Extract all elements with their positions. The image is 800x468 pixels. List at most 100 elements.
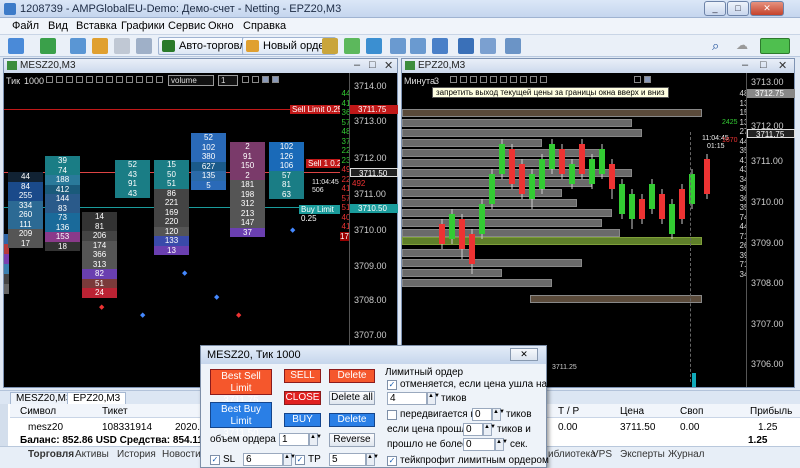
- mode-box-4[interactable]: [480, 76, 487, 83]
- cancel-ticks-spinner[interactable]: ▲▼: [427, 392, 440, 405]
- mode-box-5[interactable]: [86, 76, 93, 83]
- col-profit[interactable]: Прибыль: [750, 406, 792, 417]
- passed-input[interactable]: 0: [463, 438, 495, 451]
- mode-box-3[interactable]: [66, 76, 73, 83]
- chart-shift-icon[interactable]: [480, 38, 496, 54]
- volume-input[interactable]: 1: [279, 433, 309, 446]
- mode-box-10[interactable]: [136, 76, 143, 83]
- new-chart-icon[interactable]: [8, 38, 24, 54]
- mode-box-11[interactable]: [634, 76, 641, 83]
- sl-checkbox[interactable]: ✓: [210, 455, 220, 465]
- moves-spinner[interactable]: ▲▼: [492, 408, 505, 421]
- menu-tools[interactable]: Сервис: [168, 20, 206, 32]
- mode-box-5[interactable]: [490, 76, 497, 83]
- col-price[interactable]: Цена: [620, 406, 644, 417]
- col-ticket[interactable]: Тикет: [102, 406, 128, 417]
- mode-box-8[interactable]: [116, 76, 123, 83]
- menu-charts[interactable]: Графики: [121, 20, 165, 32]
- mode-box-12[interactable]: [644, 76, 651, 83]
- sl-spinner[interactable]: ▲▼: [283, 453, 296, 466]
- search-icon[interactable]: ⌕: [712, 38, 728, 54]
- col-tp[interactable]: Т / Р: [558, 406, 579, 417]
- move-checkbox[interactable]: [387, 410, 397, 420]
- mode-box-1[interactable]: [450, 76, 457, 83]
- best-buy-limit-button[interactable]: Best Buy Limit 3711.50: [210, 402, 272, 439]
- sl-input[interactable]: 6: [243, 453, 283, 466]
- col-swap[interactable]: Своп: [680, 406, 703, 417]
- tab-news[interactable]: Новости: [162, 449, 201, 460]
- mode-box-2[interactable]: [460, 76, 467, 83]
- zoom-in-icon[interactable]: [390, 38, 406, 54]
- menu-view[interactable]: Вид: [48, 20, 68, 32]
- right-chart-maximize[interactable]: □: [760, 59, 767, 71]
- mode-box-14[interactable]: [252, 76, 259, 83]
- market-watch-icon[interactable]: [70, 38, 86, 54]
- tab-history[interactable]: История: [117, 449, 156, 460]
- close-position-button[interactable]: CLOSE: [284, 391, 321, 405]
- autoscroll-icon[interactable]: [458, 38, 474, 54]
- volume-select[interactable]: volume: [168, 75, 214, 86]
- delete-sell-button[interactable]: Delete: [329, 369, 375, 383]
- menu-file[interactable]: Файл: [12, 20, 39, 32]
- left-chart-close[interactable]: ✕: [384, 59, 393, 72]
- left-chart-maximize[interactable]: □: [369, 59, 376, 71]
- menu-help[interactable]: Справка: [243, 20, 286, 32]
- mode-box-11[interactable]: [146, 76, 153, 83]
- close-button[interactable]: ✕: [750, 1, 784, 16]
- tab-assets[interactable]: Активы: [75, 449, 109, 460]
- volume-spinner[interactable]: ▲▼: [309, 433, 322, 446]
- tp-limit-checkbox[interactable]: ✓: [387, 456, 397, 466]
- data-window-icon[interactable]: [92, 38, 108, 54]
- minimize-button[interactable]: _: [704, 1, 726, 16]
- tile-windows-icon[interactable]: [432, 38, 448, 54]
- signals-icon[interactable]: [136, 38, 152, 54]
- dialog-close-button[interactable]: ✕: [510, 348, 538, 361]
- tab-trading[interactable]: Торговля: [28, 449, 74, 460]
- if-price-spinner[interactable]: ▲▼: [483, 423, 496, 436]
- best-sell-limit-button[interactable]: Best Sell Limit 3711.75: [210, 369, 272, 406]
- tp-checkbox[interactable]: ✓: [295, 455, 305, 465]
- tab-library[interactable]: иблиотека: [548, 449, 596, 460]
- delete-buy-button[interactable]: Delete: [329, 413, 375, 427]
- buy-button[interactable]: BUY: [284, 413, 321, 427]
- line-chart-icon[interactable]: [366, 38, 382, 54]
- mode-box-1[interactable]: [46, 76, 53, 83]
- cancel-checkbox[interactable]: ✓: [387, 380, 397, 390]
- cancel-ticks-input[interactable]: 4: [387, 392, 427, 405]
- menu-window[interactable]: Окно: [208, 20, 234, 32]
- mode-box-9[interactable]: [126, 76, 133, 83]
- mode-box-6[interactable]: [500, 76, 507, 83]
- reverse-button[interactable]: Reverse: [329, 433, 375, 447]
- mode-box-9[interactable]: [530, 76, 537, 83]
- bar-chart-icon[interactable]: [322, 38, 338, 54]
- mode-box-12[interactable]: [156, 76, 163, 83]
- moves-input[interactable]: 0: [472, 408, 492, 421]
- chat-icon[interactable]: ☁: [736, 38, 752, 54]
- tab-journal[interactable]: Журнал: [668, 449, 705, 460]
- mode-box-13[interactable]: [242, 76, 249, 83]
- navigator-icon[interactable]: [114, 38, 130, 54]
- mode-box-4[interactable]: [76, 76, 83, 83]
- tp-spinner[interactable]: ▲▼: [366, 453, 379, 466]
- zoom-out-icon[interactable]: [410, 38, 426, 54]
- mode-box-10[interactable]: [540, 76, 547, 83]
- mode-box-8[interactable]: [520, 76, 527, 83]
- indicators-icon[interactable]: [505, 38, 521, 54]
- tab-experts[interactable]: Эксперты: [620, 449, 665, 460]
- if-price-input[interactable]: 0: [463, 423, 483, 436]
- mode-box-6[interactable]: [96, 76, 103, 83]
- mode-box-7[interactable]: [510, 76, 517, 83]
- mode-box-3[interactable]: [470, 76, 477, 83]
- mode-box-15[interactable]: [262, 76, 269, 83]
- maximize-button[interactable]: □: [727, 1, 749, 16]
- col-symbol[interactable]: Символ: [20, 406, 56, 417]
- mode-box-16[interactable]: [272, 76, 279, 83]
- right-chart-minimize[interactable]: –: [742, 59, 748, 71]
- right-chart-close[interactable]: ✕: [778, 59, 787, 72]
- tab-vps[interactable]: VPS: [592, 449, 612, 460]
- tp-input[interactable]: 5: [329, 453, 366, 466]
- menu-insert[interactable]: Вставка: [76, 20, 117, 32]
- sell-button[interactable]: SELL: [284, 369, 321, 383]
- left-chart-minimize[interactable]: –: [354, 59, 360, 71]
- mode-box-7[interactable]: [106, 76, 113, 83]
